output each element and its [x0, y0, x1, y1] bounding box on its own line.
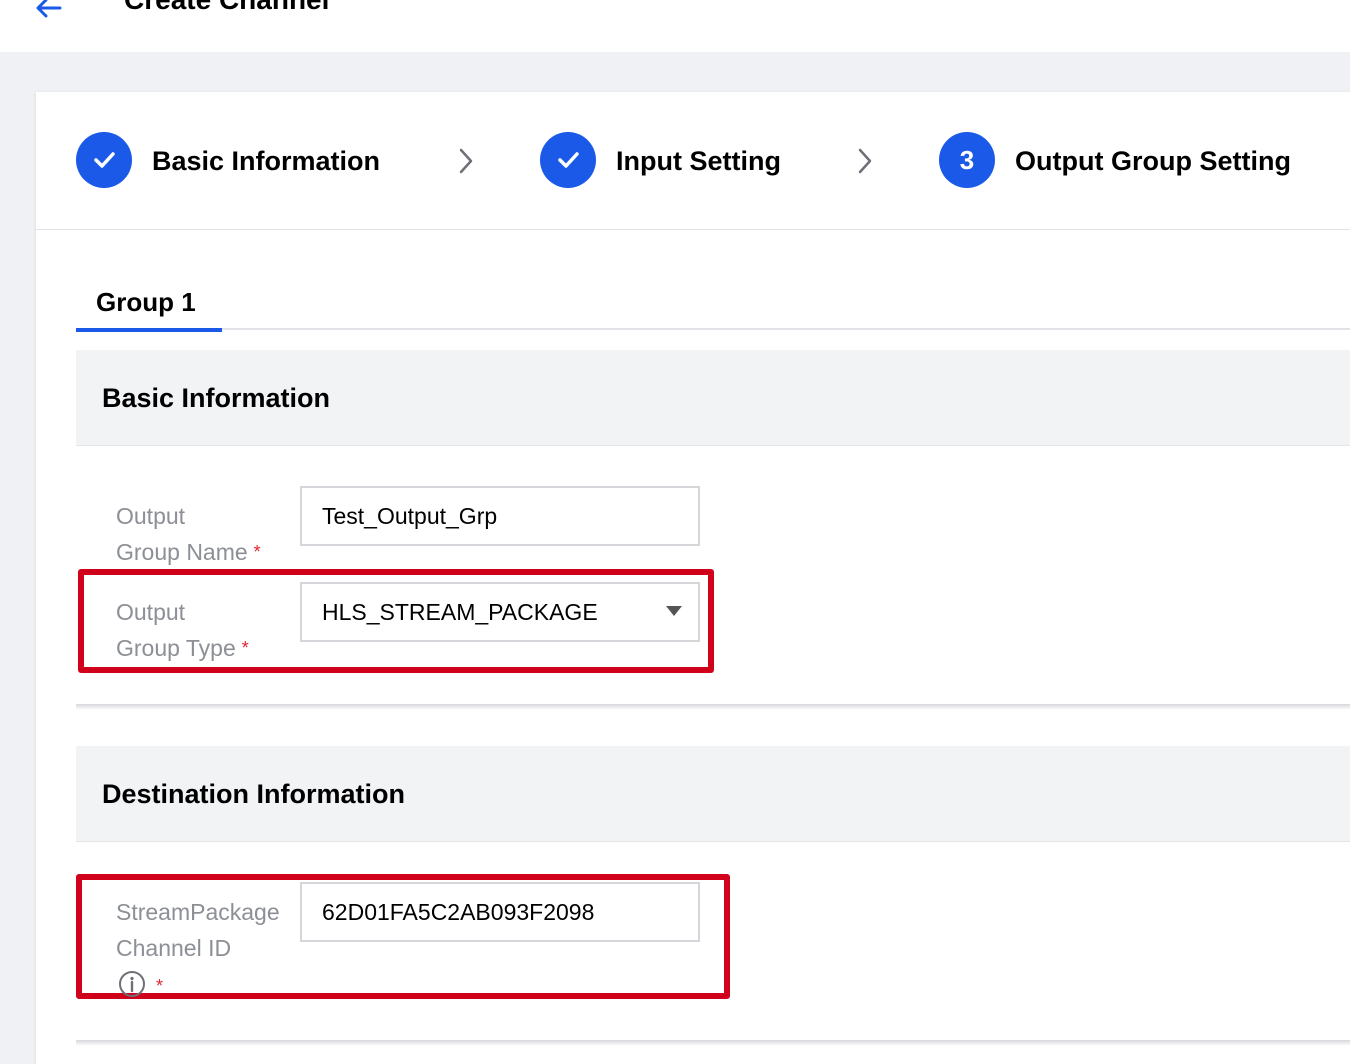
- section-destination-information: Destination Information: [76, 746, 1350, 842]
- select-value: HLS_STREAM_PACKAGE: [322, 599, 598, 625]
- step-1-done-icon: [76, 132, 132, 188]
- section-divider: [76, 1040, 1350, 1046]
- step-3-label: Output Group Setting: [1015, 146, 1291, 176]
- streampackage-channel-id-input[interactable]: [300, 882, 700, 942]
- label-line: Channel ID: [116, 935, 232, 961]
- group-tabs: Group 1: [76, 278, 1350, 332]
- chevron-right-icon: [459, 148, 473, 174]
- check-icon: [558, 152, 579, 168]
- step-1-label: Basic Information: [152, 146, 381, 176]
- channel-id-label: StreamPackage Channel ID: [116, 894, 280, 966]
- required-mark: *: [241, 638, 249, 658]
- caret-down-icon: [666, 606, 682, 616]
- arrow-left-icon[interactable]: [30, 0, 70, 28]
- check-icon: [94, 152, 115, 168]
- label-line: Output: [116, 599, 186, 625]
- required-mark: *: [156, 976, 164, 996]
- label-line: Group Name: [116, 539, 248, 565]
- section-title: Destination Information: [102, 779, 405, 809]
- section-basic-information: Basic Information: [76, 350, 1350, 446]
- label-line: Group Type: [116, 635, 236, 661]
- output-group-name-label: Output Group Name *: [116, 498, 261, 570]
- label-line: StreamPackage: [116, 899, 280, 925]
- output-group-type-select[interactable]: HLS_STREAM_PACKAGE: [300, 582, 700, 642]
- output-group-type-label: Output Group Type *: [116, 594, 249, 666]
- section-title: Basic Information: [102, 383, 331, 413]
- output-group-name-input[interactable]: [300, 486, 700, 546]
- info-icon[interactable]: [118, 970, 146, 998]
- step-2-label: Input Setting: [616, 146, 781, 176]
- step-2-done-icon: [540, 132, 596, 188]
- steps-bar: Basic Information Input Setting 3 Output…: [36, 92, 1350, 230]
- step-3-number: 3: [939, 132, 995, 188]
- top-bar: Create Channel: [0, 0, 1350, 52]
- page-title: Create Channel: [124, 0, 329, 16]
- label-line: Output: [116, 503, 186, 529]
- section-divider: [76, 704, 1350, 710]
- main-card: Basic Information Input Setting 3 Output…: [36, 92, 1350, 1064]
- chevron-right-icon: [858, 148, 872, 174]
- tab-group-1[interactable]: Group 1: [76, 278, 222, 332]
- required-mark: *: [253, 542, 261, 562]
- tab-label: Group 1: [96, 287, 196, 317]
